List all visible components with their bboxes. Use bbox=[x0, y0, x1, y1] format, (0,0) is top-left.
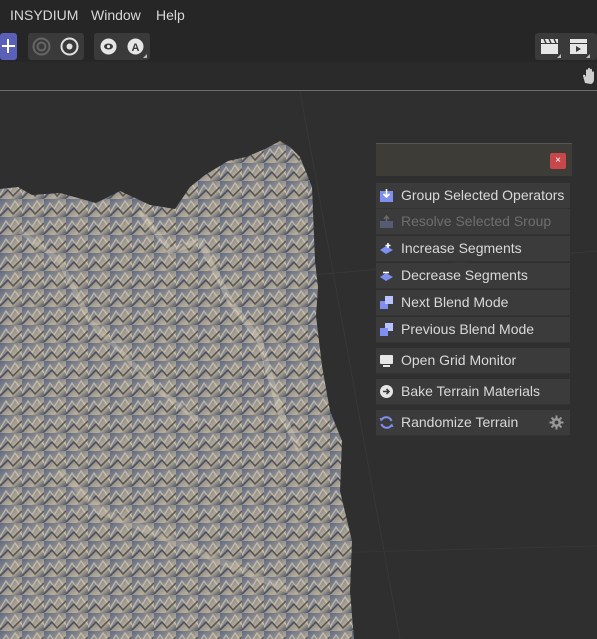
menu-bar: INSYDIUM Window Help bbox=[0, 0, 597, 30]
decrease-segments-item[interactable]: Decrease Segments bbox=[376, 263, 570, 289]
target-button[interactable] bbox=[28, 33, 55, 60]
svg-text:A: A bbox=[132, 42, 140, 54]
settings-button[interactable] bbox=[56, 33, 83, 60]
menu-help[interactable]: Help bbox=[156, 7, 185, 23]
next-blend-icon bbox=[380, 296, 393, 309]
randomize-icon bbox=[379, 416, 394, 429]
eye-icon bbox=[100, 38, 117, 55]
randomize-terrain-item[interactable]: Randomize Terrain bbox=[376, 410, 570, 436]
decrease-segments-icon bbox=[380, 271, 393, 281]
transform-tool-button[interactable] bbox=[0, 33, 17, 60]
increase-segments-item[interactable]: Increase Segments bbox=[376, 236, 570, 262]
increase-segments-icon bbox=[380, 243, 393, 254]
menu-insydium[interactable]: INSYDIUM bbox=[10, 7, 78, 23]
next-blend-mode-item[interactable]: Next Blend Mode bbox=[376, 290, 570, 316]
bake-terrain-materials-item[interactable]: Bake Terrain Materials bbox=[376, 379, 570, 405]
target-icon bbox=[32, 37, 51, 56]
resolve-selected-group-item[interactable]: Resolve Selected Sroup bbox=[376, 209, 570, 235]
clapper-button[interactable] bbox=[536, 33, 563, 60]
open-grid-monitor-item[interactable]: Open Grid Monitor bbox=[376, 348, 570, 374]
dropdown-corner-icon bbox=[586, 54, 590, 58]
play-clapper-button[interactable] bbox=[565, 33, 592, 60]
panel-header[interactable]: × bbox=[376, 143, 572, 176]
dropdown-corner-icon bbox=[143, 54, 147, 58]
group-selected-operators-item[interactable]: Group Selected Operators bbox=[376, 183, 570, 209]
terrain-mesh bbox=[0, 141, 354, 639]
menu-window[interactable]: Window bbox=[91, 7, 141, 23]
close-button[interactable]: × bbox=[550, 153, 566, 169]
auto-button[interactable]: A bbox=[122, 33, 149, 60]
toolbar: A bbox=[0, 30, 597, 62]
dropdown-corner-icon bbox=[557, 54, 561, 58]
previous-blend-icon bbox=[380, 323, 393, 336]
visibility-button[interactable] bbox=[95, 33, 122, 60]
hand-pan-icon[interactable] bbox=[581, 67, 597, 85]
move-crosshair-icon bbox=[2, 39, 15, 53]
gear-icon bbox=[60, 37, 79, 56]
bake-icon bbox=[380, 385, 393, 398]
group-icon bbox=[380, 189, 393, 202]
monitor-icon bbox=[380, 355, 393, 367]
viewport-header bbox=[0, 62, 597, 91]
settings-gear-icon[interactable] bbox=[549, 415, 564, 430]
previous-blend-mode-item[interactable]: Previous Blend Mode bbox=[376, 317, 570, 343]
resolve-icon bbox=[380, 214, 393, 228]
